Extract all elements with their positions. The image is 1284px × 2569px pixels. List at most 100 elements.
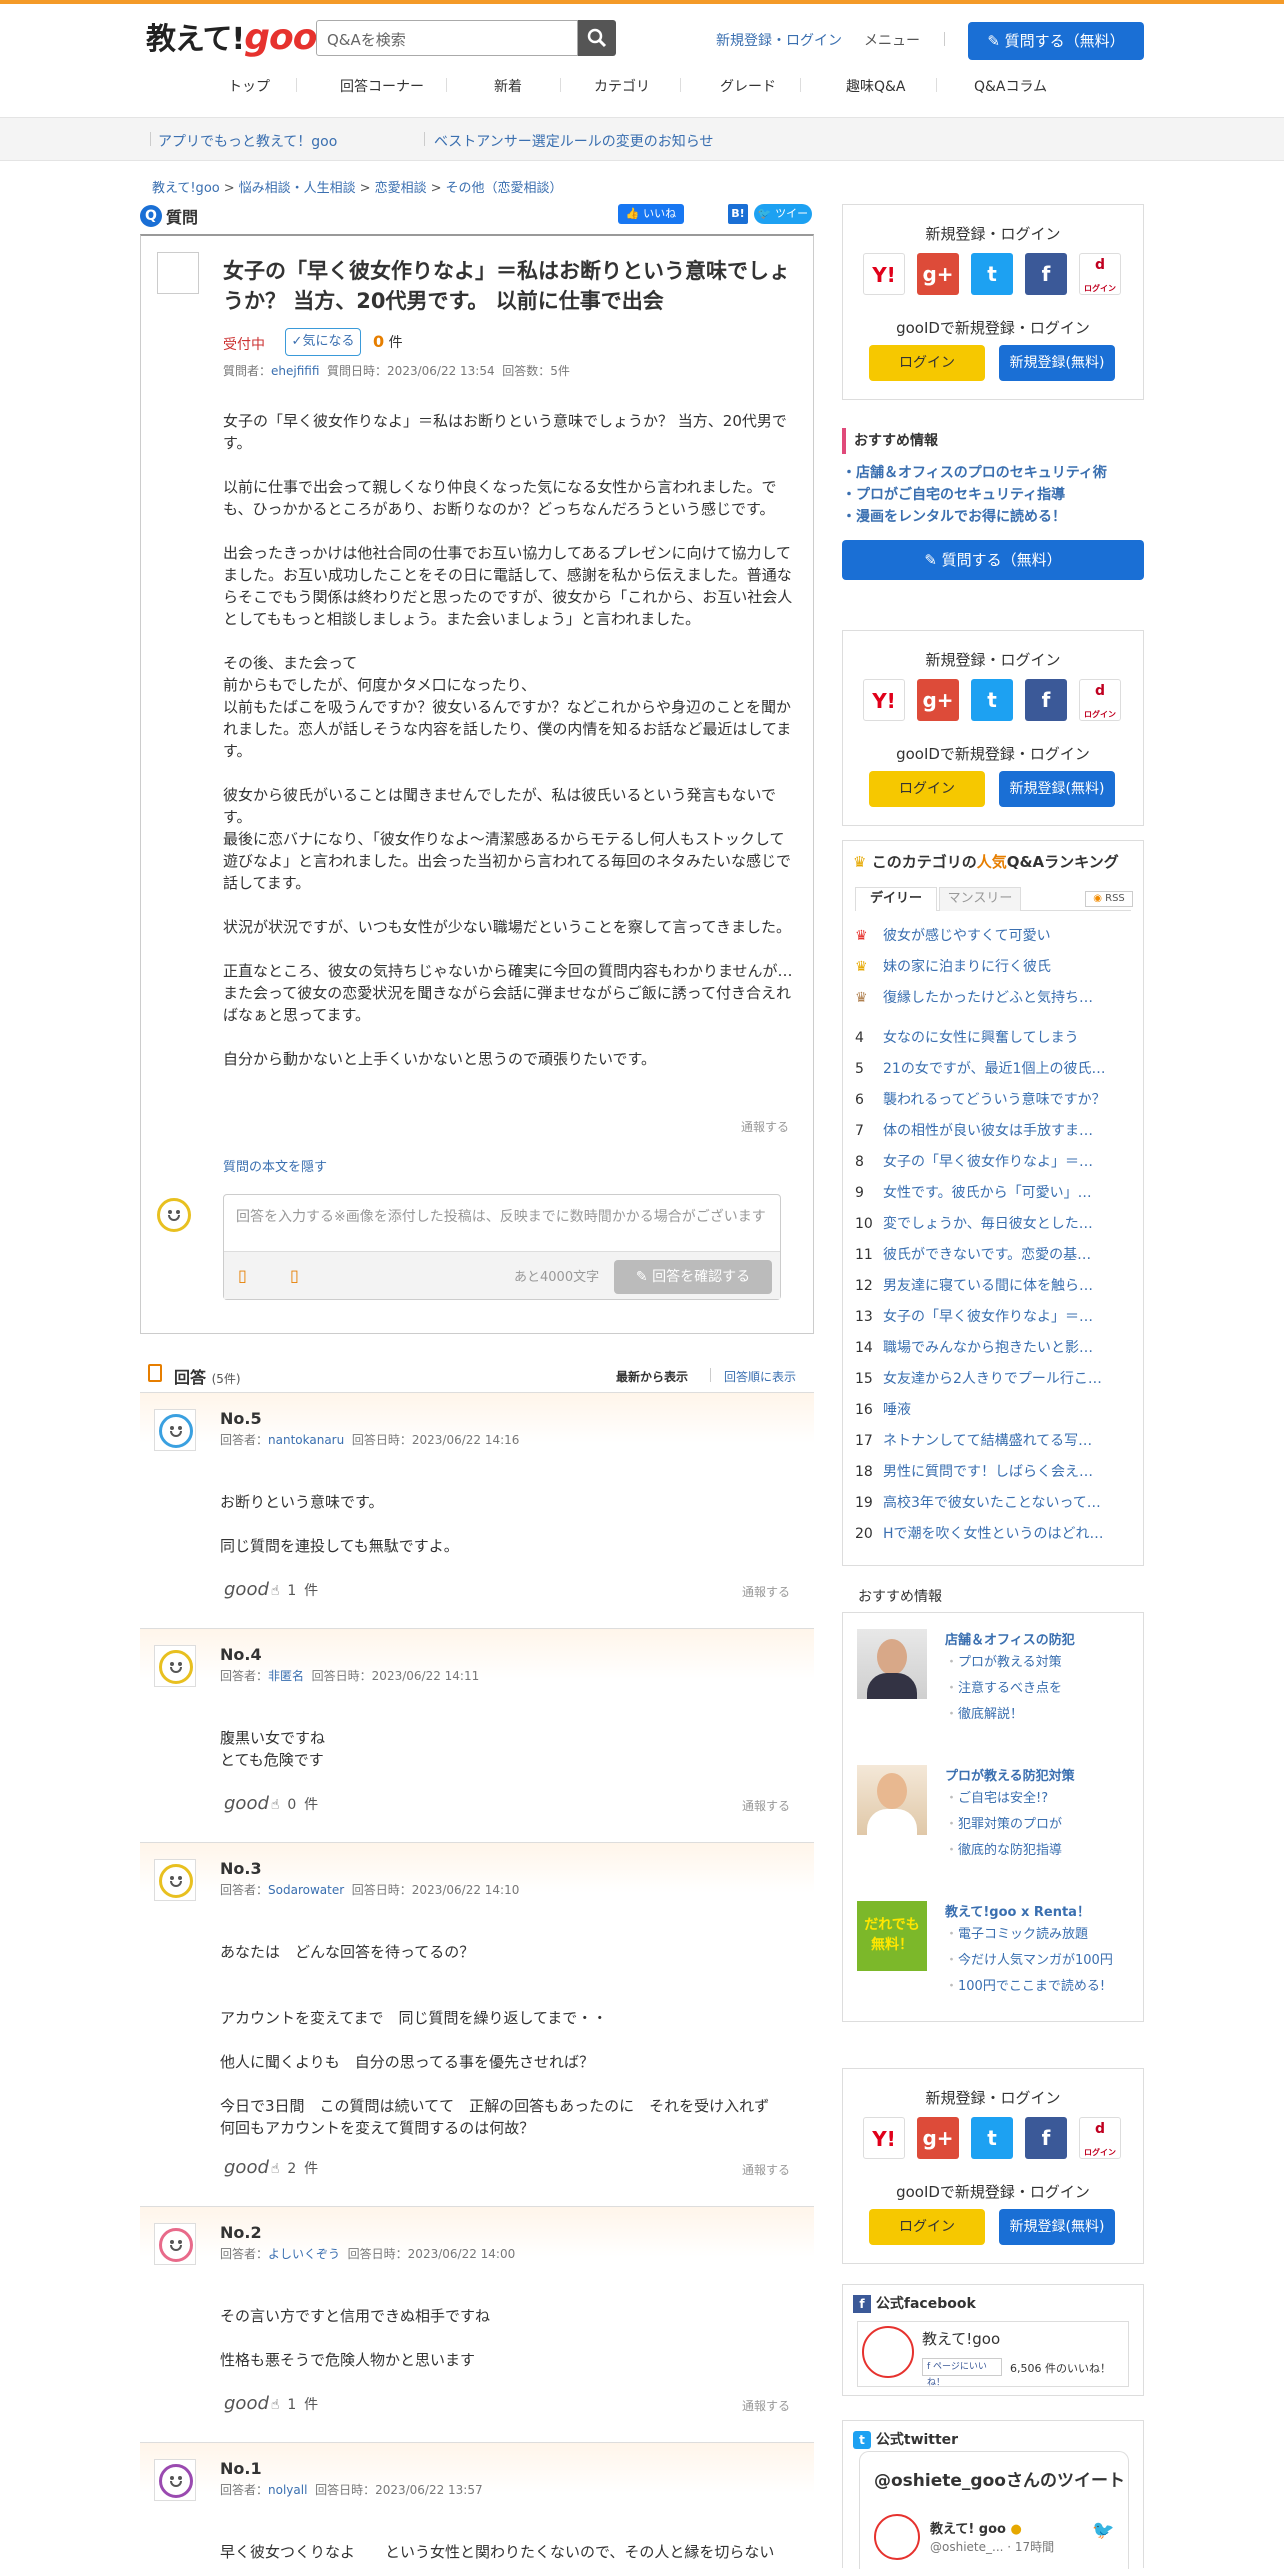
site-logo[interactable]: 教えて!goo bbox=[146, 14, 317, 58]
answerer-link[interactable]: よしいくぞう bbox=[268, 2247, 340, 2261]
ranking-item[interactable]: 7 体の相性が良い彼女は手放すま… bbox=[855, 1118, 1131, 1144]
report-link[interactable]: 通報する bbox=[741, 1118, 789, 1135]
twitter-timeline-title[interactable]: @oshiete_gooさんのツイート bbox=[874, 2466, 1125, 2491]
google-plus-login-icon[interactable]: g+ bbox=[917, 253, 959, 295]
file-attach-icon[interactable]: ▯ bbox=[290, 1266, 299, 1285]
ask-question-button[interactable]: ✎ 質問する（無料） bbox=[968, 22, 1144, 60]
ranking-item[interactable]: 6 襲われるってどういう意味ですか？ bbox=[855, 1087, 1131, 1113]
ranking-item[interactable]: 10 変でしょうか、毎日彼女とした… bbox=[855, 1211, 1131, 1237]
answerer-link[interactable]: nolyall bbox=[268, 2483, 307, 2497]
ranking-link[interactable]: 職場でみんなから抱きたいと影… bbox=[883, 1340, 1093, 1356]
ranking-item[interactable]: 14 職場でみんなから抱きたいと影… bbox=[855, 1335, 1131, 1361]
facebook-login-icon[interactable]: f bbox=[1025, 679, 1067, 721]
report-link[interactable]: 通報する bbox=[742, 1797, 790, 1814]
sidebar-ask-button[interactable]: ✎ 質問する（無料） bbox=[842, 540, 1144, 580]
answerer-link[interactable]: nantokanaru bbox=[268, 1433, 344, 1447]
app-notice-link[interactable]: アプリでもっと教えて！goo bbox=[158, 131, 337, 151]
nav-answer-corner[interactable]: 回答コーナー bbox=[340, 76, 424, 96]
hatena-bookmark-button[interactable]: B! bbox=[728, 204, 748, 224]
ranking-link[interactable]: ネトナンしてて結構盛れてる写… bbox=[883, 1433, 1092, 1449]
fb-like-page-button[interactable]: f ページにいいね！ bbox=[922, 2358, 1002, 2388]
answerer-link[interactable]: 非匿名 bbox=[268, 1669, 304, 1683]
google-plus-login-icon[interactable]: g+ bbox=[917, 2117, 959, 2159]
twitter-login-icon[interactable]: t bbox=[971, 679, 1013, 721]
ranking-link[interactable]: 変でしょうか、毎日彼女とした… bbox=[883, 1216, 1093, 1232]
google-plus-login-icon[interactable]: g+ bbox=[917, 679, 959, 721]
nav-hobby-qa[interactable]: 趣味Q&A bbox=[846, 76, 906, 96]
breadcrumb-item[interactable]: 恋愛相談 bbox=[375, 181, 427, 196]
answerer-link[interactable]: Sodarowater bbox=[268, 1883, 344, 1897]
tweet-name[interactable]: 教えて! goo ● bbox=[930, 2518, 1022, 2537]
good-button[interactable]: good ☝ 1 件 bbox=[224, 1579, 318, 1600]
ranking-link[interactable]: 復縁したかったけどふと気持ち… bbox=[883, 990, 1093, 1006]
menu-link[interactable]: メニュー bbox=[864, 30, 920, 50]
good-button[interactable]: good ☝ 0 件 bbox=[224, 1793, 318, 1814]
sort-newest[interactable]: 最新から表示 bbox=[616, 1368, 688, 1385]
yahoo-login-icon[interactable]: Y! bbox=[863, 679, 905, 721]
best-answer-notice-link[interactable]: ベストアンサー選定ルールの変更のお知らせ bbox=[434, 131, 713, 151]
ranking-item[interactable]: 15 女友達から2人きりでプール行こ… bbox=[855, 1366, 1131, 1392]
ranking-link[interactable]: 女性です。彼氏から「可愛い」… bbox=[883, 1185, 1092, 1201]
hide-body-link[interactable]: 質問の本文を隠す bbox=[223, 1156, 327, 1175]
ranking-item[interactable]: ♛ 妹の家に泊まりに行く彼氏 bbox=[855, 954, 1131, 980]
ranking-link[interactable]: 彼女が感じやすくて可愛い bbox=[883, 928, 1051, 944]
recommend-link[interactable]: ・漫画をレンタルでお得に読める！ bbox=[842, 506, 1144, 528]
ranking-link[interactable]: 高校3年で彼女いたことないって… bbox=[883, 1495, 1101, 1511]
recommend-block[interactable]: 店舗＆オフィスの防犯 プロが教える対策 注意するべき点を 徹底解説！ bbox=[857, 1629, 1131, 1749]
recommend-link[interactable]: ・店舗＆オフィスのプロのセキュリティ術 bbox=[842, 462, 1144, 484]
ranking-item[interactable]: 8 女子の「早く彼女作りなよ」＝… bbox=[855, 1149, 1131, 1175]
ranking-item[interactable]: 9 女性です。彼氏から「可愛い」… bbox=[855, 1180, 1131, 1206]
ranking-link[interactable]: 唾液 bbox=[883, 1402, 911, 1418]
search-input[interactable]: Q&Aを検索 bbox=[316, 20, 578, 56]
recommend-block[interactable]: だれでも 無料！ 教えて!goo x Renta！ 電子コミック読み放題 今だけ… bbox=[857, 1901, 1131, 2021]
report-link[interactable]: 通報する bbox=[742, 1583, 790, 1600]
ranking-link[interactable]: 女なのに女性に興奮してしまう bbox=[883, 1030, 1079, 1046]
sort-oldest[interactable]: 回答順に表示 bbox=[724, 1368, 796, 1385]
login-button[interactable]: ログイン bbox=[869, 2209, 985, 2245]
ranking-link[interactable]: 体の相性が良い彼女は手放すま… bbox=[883, 1123, 1093, 1139]
ranking-item[interactable]: 17 ネトナンしてて結構盛れてる写… bbox=[855, 1428, 1131, 1454]
ranking-link[interactable]: 女子の「早く彼女作りなよ」＝… bbox=[883, 1309, 1093, 1325]
recommend-block[interactable]: プロが教える防犯対策 ご自宅は安全!? 犯罪対策のプロが 徹底的な防犯指導 bbox=[857, 1765, 1131, 1885]
facebook-login-icon[interactable]: f bbox=[1025, 253, 1067, 295]
ranking-item[interactable]: ♛ 彼女が感じやすくて可愛い bbox=[855, 923, 1131, 949]
tab-monthly[interactable]: マンスリー bbox=[939, 887, 1021, 911]
docomo-login-icon[interactable]: d ログイン bbox=[1079, 679, 1121, 721]
report-link[interactable]: 通報する bbox=[742, 2161, 790, 2178]
twitter-login-icon[interactable]: t bbox=[971, 253, 1013, 295]
ranking-link[interactable]: 妹の家に泊まりに行く彼氏 bbox=[883, 959, 1051, 975]
breadcrumb-item[interactable]: その他（恋愛相談） bbox=[445, 181, 562, 196]
breadcrumb-item[interactable]: 悩み相談・人生相談 bbox=[239, 181, 356, 196]
breadcrumb-item[interactable]: 教えて!goo bbox=[152, 181, 220, 196]
nav-new[interactable]: 新着 bbox=[494, 76, 522, 96]
ranking-item[interactable]: 4 女なのに女性に興奮してしまう bbox=[855, 1025, 1131, 1051]
register-button[interactable]: 新規登録(無料) bbox=[999, 771, 1115, 807]
answer-textarea[interactable]: 回答を入力する※画像を添付した投稿は、反映までに数時間かかる場合がございます bbox=[236, 1207, 766, 1241]
ranking-link[interactable]: 襲われるってどういう意味ですか？ bbox=[883, 1092, 1106, 1108]
nav-top[interactable]: トップ bbox=[228, 76, 270, 96]
fb-page-name[interactable]: 教えて!goo bbox=[922, 2328, 1000, 2349]
confirm-answer-button[interactable]: ✎ 回答を確認する bbox=[614, 1260, 772, 1294]
ranking-item[interactable]: 20 Hで潮を吹く女性というのはどれ… bbox=[855, 1521, 1131, 1547]
facebook-like-button[interactable]: 👍 いいね 758 bbox=[618, 204, 684, 240]
asker-link[interactable]: ehejfififi bbox=[271, 364, 319, 378]
ranking-link[interactable]: 21の女ですが、最近1個上の彼氏… bbox=[883, 1061, 1105, 1077]
ranking-link[interactable]: 男性に質問です！しばらく会え… bbox=[883, 1464, 1093, 1480]
ranking-item[interactable]: 18 男性に質問です！しばらく会え… bbox=[855, 1459, 1131, 1485]
docomo-login-icon[interactable]: d ログイン bbox=[1079, 2117, 1121, 2159]
ranking-item[interactable]: 13 女子の「早く彼女作りなよ」＝… bbox=[855, 1304, 1131, 1330]
ranking-item[interactable]: 11 彼氏ができないです。恋愛の基… bbox=[855, 1242, 1131, 1268]
ranking-item[interactable]: 5 21の女ですが、最近1個上の彼氏… bbox=[855, 1056, 1131, 1082]
nav-category[interactable]: カテゴリ bbox=[594, 76, 650, 96]
tweet-button[interactable]: 🐦 ツイート bbox=[754, 204, 812, 240]
recommend-link[interactable]: ・プロがご自宅のセキュリティ指導 bbox=[842, 484, 1144, 506]
good-button[interactable]: good ☝ 1 件 bbox=[224, 2393, 318, 2414]
nav-qa-column[interactable]: Q&Aコラム bbox=[974, 76, 1047, 96]
ranking-item[interactable]: 12 男友達に寝ている間に体を触ら… bbox=[855, 1273, 1131, 1299]
ranking-link[interactable]: 彼氏ができないです。恋愛の基… bbox=[883, 1247, 1091, 1263]
tab-daily[interactable]: デイリー bbox=[855, 887, 937, 911]
ranking-item[interactable]: 16 唾液 bbox=[855, 1397, 1131, 1423]
yahoo-login-icon[interactable]: Y! bbox=[863, 2117, 905, 2159]
login-button[interactable]: ログイン bbox=[869, 771, 985, 807]
ranking-link[interactable]: 男友達に寝ている間に体を触ら… bbox=[883, 1278, 1093, 1294]
